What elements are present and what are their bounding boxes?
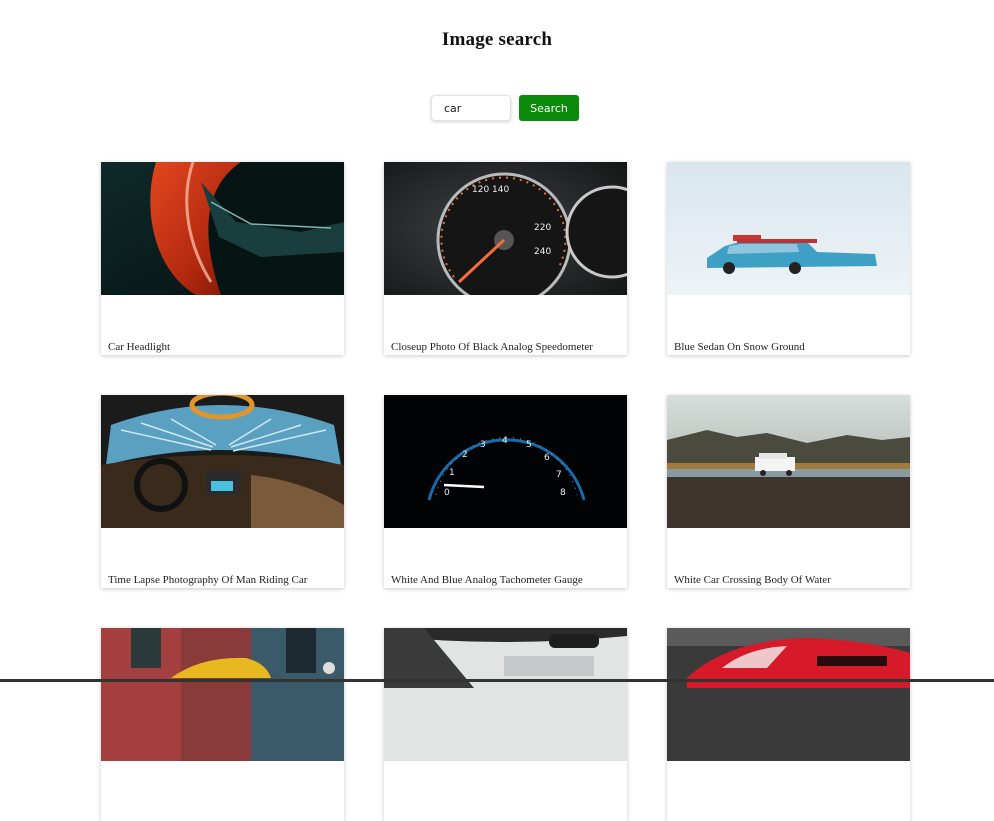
svg-text:2: 2: [462, 450, 468, 460]
svg-text:8: 8: [560, 488, 566, 498]
result-image-red-car-headlight[interactable]: [101, 162, 344, 295]
search-button[interactable]: Search: [519, 95, 579, 121]
search-input[interactable]: [431, 95, 511, 121]
result-image-yellow-taxi-street[interactable]: [101, 628, 344, 761]
result-image-white-suv-water[interactable]: [667, 395, 910, 528]
result-image-car-interior-timelapse[interactable]: [101, 395, 344, 528]
result-card[interactable]: [101, 628, 344, 821]
result-card[interactable]: 0 12 3 4 5 67 8 White And Blue Analog Tachom…: [384, 395, 627, 588]
result-caption: Closeup Photo Of Black Analog Speedomete…: [391, 341, 593, 353]
result-card[interactable]: [667, 628, 910, 821]
result-card[interactable]: Car Headlight: [101, 162, 344, 355]
result-caption: Car Headlight: [108, 341, 171, 353]
page-title: Image search: [441, 29, 553, 50]
svg-text:4: 4: [502, 436, 508, 446]
result-caption: White Car Crossing Body Of Water: [674, 574, 831, 586]
result-caption: Blue Sedan On Snow Ground: [674, 341, 805, 353]
result-caption: Time Lapse Photography Of Man Riding Car: [108, 574, 308, 586]
result-image-car-dashboard-mirror[interactable]: [384, 628, 627, 761]
result-card[interactable]: Blue Sedan On Snow Ground: [667, 162, 910, 355]
search-bar: Search: [431, 95, 579, 123]
svg-text:5: 5: [526, 440, 532, 450]
svg-text:1: 1: [449, 468, 455, 478]
result-card[interactable]: White Car Crossing Body Of Water: [667, 395, 910, 588]
result-image-speedometer[interactable]: 120 140 220 240: [384, 162, 627, 295]
result-image-red-sports-car[interactable]: [667, 628, 910, 761]
svg-text:220: 220: [534, 223, 551, 233]
results-grid: Car Headlight 120 140 220 240 Closeup Ph…: [101, 162, 910, 821]
svg-text:0: 0: [444, 488, 450, 498]
result-card[interactable]: 120 140 220 240 Closeup Photo Of Black A…: [384, 162, 627, 355]
result-card[interactable]: Time Lapse Photography Of Man Riding Car: [101, 395, 344, 588]
result-card[interactable]: [384, 628, 627, 821]
result-image-blue-car-snow[interactable]: [667, 162, 910, 295]
svg-text:120 140: 120 140: [472, 185, 509, 195]
svg-text:7: 7: [556, 470, 562, 480]
svg-text:240: 240: [534, 247, 551, 257]
svg-text:3: 3: [480, 440, 486, 450]
svg-text:6: 6: [544, 453, 550, 463]
result-caption: White And Blue Analog Tachometer Gauge: [391, 574, 583, 586]
result-image-tachometer[interactable]: 0 12 3 4 5 67 8: [384, 395, 627, 528]
